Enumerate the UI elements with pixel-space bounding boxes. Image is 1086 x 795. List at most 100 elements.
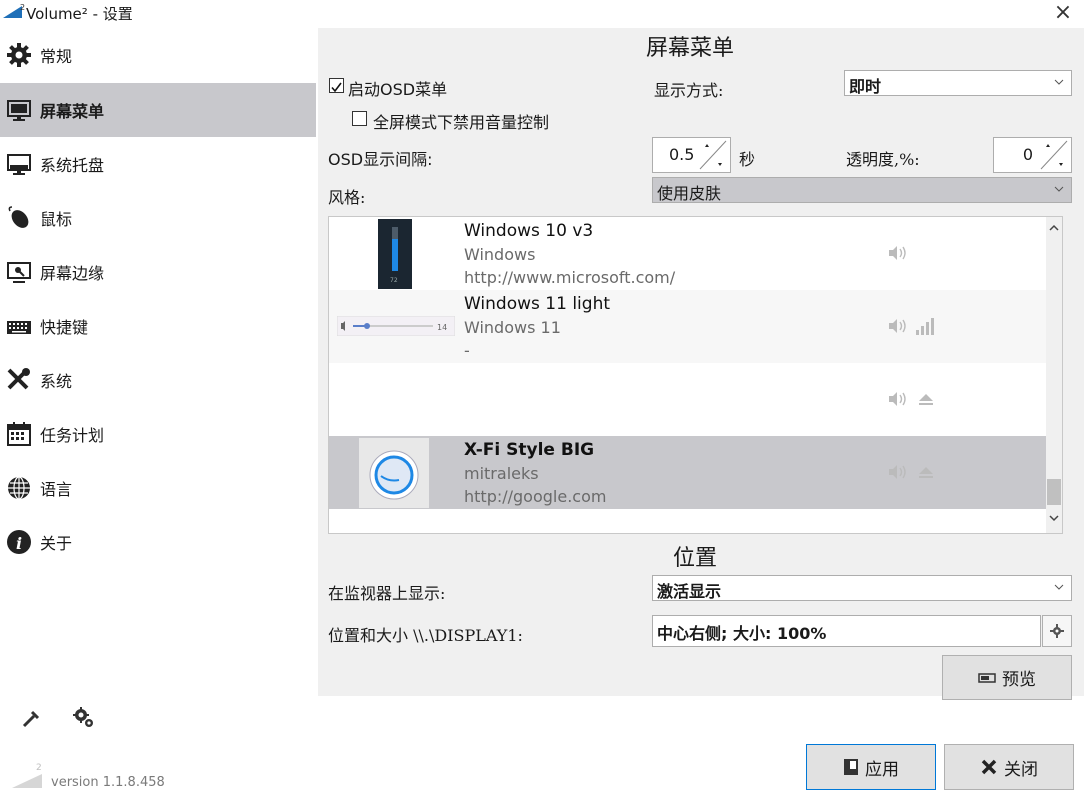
sidebar-item-osd[interactable]: 屏幕菜单 [0,83,316,137]
speaker-eject-icon [889,392,933,406]
spinner-arrows-icon[interactable] [1039,139,1069,171]
sidebar-item-about[interactable]: i 关于 [0,515,316,569]
display-mode-label: 显示方式: [654,81,724,100]
sidebar-item-language[interactable]: 语言 [0,461,316,515]
style-select[interactable]: 使用皮肤 [652,177,1072,203]
size-field[interactable]: 中心右侧; 大小: 100% [652,615,1041,647]
preview-icon [978,672,996,683]
sidebar-item-general[interactable]: 常规 [0,28,316,82]
size-settings-button[interactable] [1042,615,1072,647]
opacity-label: 透明度,%: [846,150,920,169]
osd-section-title: 屏幕菜单 [646,36,735,61]
sidebar-item-label: 常规 [40,47,73,66]
sidebar-item-label: 系统托盘 [40,156,105,175]
sidebar-item-label: 任务计划 [40,426,105,445]
svg-text:2: 2 [20,3,25,12]
opacity-spinner[interactable]: 0 [993,137,1072,173]
wrench-icon[interactable] [20,706,44,730]
skin-author: Windows [464,245,536,264]
skin-name: Windows 10 v3 [464,221,594,241]
preview-button[interactable]: 预览 [942,655,1072,700]
opacity-value: 0 [1022,145,1033,164]
monitor-value: 激活显示 [657,582,722,601]
sidebar-item-scheduler[interactable]: 任务计划 [0,407,316,461]
apply-button[interactable]: 应用 [806,744,936,790]
chevron-down-icon [1054,584,1064,590]
size-value: 中心右侧; 大小: 100% [657,624,827,643]
close-icon [981,759,997,775]
sidebar-item-mouse[interactable]: 鼠标 [0,191,316,245]
gears-icon[interactable] [72,706,96,730]
sidebar-item-label: 快捷键 [40,318,89,337]
skin-row-unnamed[interactable] [329,363,1047,436]
skin-row-windows11[interactable]: 14 Windows 11 light Windows 11 - [329,290,1047,363]
globe-icon [6,475,32,501]
svg-text:i: i [16,534,22,553]
osd-interval-value: 0.5 [669,145,695,164]
app-logo-icon: 2 [3,3,25,18]
sidebar-item-label: 语言 [40,480,73,499]
sidebar: 常规 屏幕菜单 系统托盘 鼠标 屏幕边缘 快捷键 系统 任务计划 语言 i 关于 [0,28,316,568]
sidebar-item-screen-edge[interactable]: 屏幕边缘 [0,245,316,299]
tray-icon [6,151,32,177]
sidebar-item-system[interactable]: 系统 [0,353,316,407]
sidebar-item-label: 系统 [40,372,73,391]
title-bar: 2 Volume² - 设置 × [0,0,1086,26]
sidebar-item-hotkeys[interactable]: 快捷键 [0,299,316,353]
skin-thumb-text: 72 [390,277,398,284]
gear-icon [6,42,32,68]
size-label: 位置和大小 \\.\DISPLAY1: [328,626,523,645]
window-title: Volume² - 设置 [26,5,133,23]
skin-row-xfi-big[interactable]: X-Fi Style BIG mitraleks http://google.c… [329,436,1047,509]
osd-settings-panel: 屏幕菜单 启动OSD菜单 全屏模式下禁用音量控制 显示方式: 即时 OSD显示间… [318,28,1084,700]
scroll-up-icon[interactable] [1048,223,1060,233]
monitor-label: 在监视器上显示: [328,584,446,603]
version-text: version 1.1.8.458 [51,775,165,790]
check-icon [331,82,342,93]
skin-url: http://google.com [464,487,607,506]
screen-edge-icon [6,259,32,285]
spinner-arrows-icon[interactable] [698,139,728,171]
skin-row-windows10[interactable]: 72 Windows 10 v3 Windows http://www.micr… [329,217,1047,290]
window-close-button[interactable]: × [1052,0,1074,26]
fullscreen-disable-checkbox[interactable] [352,111,367,126]
info-icon: i [6,529,32,555]
display-mode-value: 即时 [849,77,882,96]
osd-interval-label: OSD显示间隔: [328,150,433,169]
save-icon [844,759,858,775]
osd-interval-spinner[interactable]: 0.5 [652,137,731,173]
skin-list[interactable]: 72 Windows 10 v3 Windows http://www.micr… [328,216,1063,534]
display-mode-select[interactable]: 即时 [844,70,1072,96]
svg-text:2: 2 [36,763,42,773]
skin-thumb-text: 14 [437,323,447,332]
calendar-icon [6,421,32,447]
skin-thumbnail: 14 [337,316,455,336]
sidebar-item-tray[interactable]: 系统托盘 [0,137,316,191]
speaker-bars-icon [889,318,934,335]
monitor-select[interactable]: 激活显示 [652,575,1072,601]
preview-label: 预览 [1002,670,1036,690]
keyboard-icon [6,313,32,339]
skin-thumbnail [359,438,429,508]
style-value: 使用皮肤 [657,184,722,203]
chevron-down-icon [1054,186,1064,192]
enable-osd-label[interactable]: 启动OSD菜单 [348,76,447,100]
enable-osd-checkbox[interactable] [329,78,344,93]
skin-url: - [464,341,470,360]
close-button[interactable]: 关闭 [944,744,1074,790]
position-section-title: 位置 [673,546,718,571]
sidebar-item-label: 关于 [40,534,73,553]
close-label: 关闭 [1004,759,1038,780]
speaker-icon [889,246,906,260]
skin-list-scrollbar[interactable] [1046,217,1062,533]
skin-url: http://www.microsoft.com/ [464,268,676,287]
scroll-down-icon[interactable] [1048,513,1060,523]
osd-interval-unit: 秒 [739,150,756,169]
skin-thumbnail: 72 [378,219,412,289]
version-logo-icon: 2 [12,763,42,788]
skin-author: mitraleks [464,464,539,483]
fullscreen-disable-label[interactable]: 全屏模式下禁用音量控制 [373,109,549,133]
scroll-thumb[interactable] [1047,479,1061,505]
sidebar-item-label: 屏幕菜单 [40,102,105,121]
sidebar-item-label: 屏幕边缘 [40,264,105,283]
